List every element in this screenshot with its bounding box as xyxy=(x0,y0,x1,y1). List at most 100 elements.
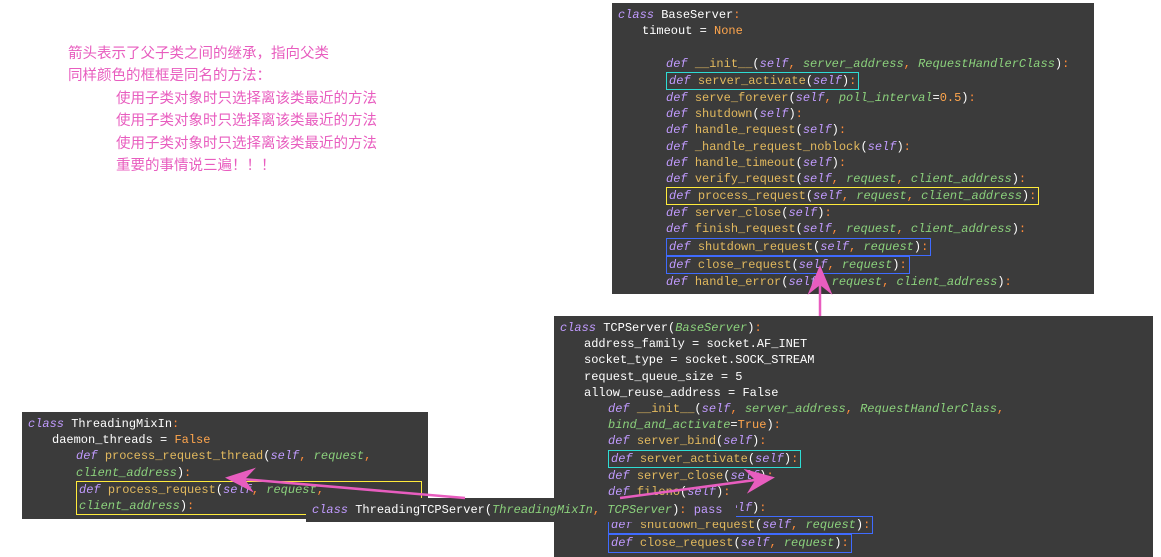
def-server_close: def server_close(self): xyxy=(618,205,1088,221)
attr-value: False xyxy=(742,386,778,400)
annot-line-3: 使用子类对象时只选择离该类最近的方法 xyxy=(68,88,377,110)
param: request xyxy=(784,536,834,550)
fn-name: fileno xyxy=(637,485,680,499)
param: RequestHandlerClass xyxy=(918,57,1055,71)
code-block-threadingtcpserver: class ThreadingTCPServer(ThreadingMixIn,… xyxy=(306,498,736,522)
attr-daemon-threads: daemon_threads = False xyxy=(28,432,422,448)
param: client_address xyxy=(76,466,177,480)
fn-name: server_bind xyxy=(637,434,716,448)
param: self xyxy=(223,483,252,497)
param: self xyxy=(803,156,832,170)
def-shutdown_request: def shutdown_request(self, request): xyxy=(618,238,1088,256)
param: server_address xyxy=(745,402,846,416)
fn-name: __init__ xyxy=(637,402,695,416)
default-value: 0.5 xyxy=(940,91,962,105)
fn-name: __init__ xyxy=(695,57,753,71)
def-server_activate: def server_activate(self): xyxy=(618,72,1088,90)
annot-line-5: 使用子类对象时只选择离该类最近的方法 xyxy=(68,133,377,155)
fn-name: shutdown xyxy=(695,107,753,121)
param: request xyxy=(805,518,855,532)
def-server_close: def server_close(self): xyxy=(560,468,1147,484)
attr-value: socket.SOCK_STREAM xyxy=(685,353,815,367)
code-block-baseserver: class BaseServer:timeout = None def __in… xyxy=(612,3,1094,294)
def-handle_error: def handle_error(self, request, client_a… xyxy=(618,274,1088,290)
base-class: BaseServer xyxy=(675,321,747,335)
class-decl-baseserver: class BaseServer: xyxy=(618,8,740,22)
def-close_request: def close_request(self, request): xyxy=(560,534,1147,552)
fn-name: close_request xyxy=(640,536,734,550)
fn-name: process_request xyxy=(698,189,806,203)
pass-keyword: pass xyxy=(694,503,723,517)
def-close_request: def close_request(self, request): xyxy=(618,256,1088,274)
fn-name: server_close xyxy=(695,206,781,220)
param: request xyxy=(266,483,316,497)
fn-name: verify_request xyxy=(695,172,796,186)
param: client_address xyxy=(896,275,997,289)
param: client_address xyxy=(79,499,180,513)
base-class: ThreadingMixIn xyxy=(492,503,593,517)
class-name: TCPServer xyxy=(603,321,668,335)
attr-address_family: address_family = socket.AF_INET xyxy=(560,336,1147,352)
param: self xyxy=(813,189,842,203)
fn-name: handle_timeout xyxy=(695,156,796,170)
param: client_address xyxy=(921,189,1022,203)
param: self xyxy=(820,240,849,254)
param: self xyxy=(868,140,897,154)
attr-value: 5 xyxy=(735,370,742,384)
fn-name: serve_forever xyxy=(695,91,789,105)
param: self xyxy=(760,57,789,71)
param: request xyxy=(314,449,364,463)
attr-name: request_queue_size xyxy=(584,370,714,384)
attr-name: socket_type xyxy=(584,353,663,367)
fn-name: server_activate xyxy=(698,74,806,88)
attr-name: address_family xyxy=(584,337,685,351)
param: bind_and_activate xyxy=(608,418,730,432)
def-process_request_thread: def process_request_thread(self, request… xyxy=(28,448,422,480)
param: self xyxy=(803,123,832,137)
param: self xyxy=(788,206,817,220)
fn-name: server_close xyxy=(637,469,723,483)
fn-name: process_request_thread xyxy=(105,449,263,463)
param: request xyxy=(832,275,882,289)
def-serve_forever: def serve_forever(self, poll_interval=0.… xyxy=(618,90,1088,106)
fn-name: close_request xyxy=(698,258,792,272)
param: self xyxy=(813,74,842,88)
attr-value: None xyxy=(714,24,743,38)
param: self xyxy=(803,222,832,236)
param: self xyxy=(803,172,832,186)
fn-name: handle_error xyxy=(695,275,781,289)
attr-value: socket.AF_INET xyxy=(706,337,807,351)
param: self xyxy=(723,434,752,448)
param: client_address xyxy=(911,172,1012,186)
class-name: ThreadingMixIn xyxy=(71,417,172,431)
attr-timeout: timeout = None xyxy=(618,23,1088,39)
def-__init__: def __init__(self, server_address, Reque… xyxy=(618,56,1088,72)
def-handle_timeout: def handle_timeout(self): xyxy=(618,155,1088,171)
param: self xyxy=(687,485,716,499)
fn-name: shutdown_request xyxy=(698,240,813,254)
def-finish_request: def finish_request(self, request, client… xyxy=(618,221,1088,237)
param: request xyxy=(863,240,913,254)
class-decl-threadingmixin: class ThreadingMixIn: xyxy=(28,417,179,431)
param: request xyxy=(846,222,896,236)
class-decl-tcpserver: class TCPServer(BaseServer): xyxy=(560,321,762,335)
def-verify_request: def verify_request(self, request, client… xyxy=(618,171,1088,187)
annot-line-4: 使用子类对象时只选择离该类最近的方法 xyxy=(68,110,377,132)
def-_handle_request_noblock: def _handle_request_noblock(self): xyxy=(618,139,1088,155)
class-name: BaseServer xyxy=(661,8,733,22)
param: self xyxy=(755,452,784,466)
fn-name: server_activate xyxy=(640,452,748,466)
fn-name: finish_request xyxy=(695,222,796,236)
attr-socket_type: socket_type = socket.SOCK_STREAM xyxy=(560,352,1147,368)
param: self xyxy=(788,275,817,289)
param: client_address xyxy=(911,222,1012,236)
param: request xyxy=(842,258,892,272)
param: self xyxy=(702,402,731,416)
annot-line-1: 箭头表示了父子类之间的继承，指向父类 xyxy=(68,46,329,62)
def-handle_request: def handle_request(self): xyxy=(618,122,1088,138)
annot-line-2: 同样颜色的框框是同名的方法： xyxy=(68,68,271,84)
def-process_request: def process_request(self, request, clien… xyxy=(618,187,1088,205)
attr-name: allow_reuse_address xyxy=(584,386,721,400)
class-name: ThreadingTCPServer xyxy=(355,503,485,517)
attr-value: False xyxy=(174,433,210,447)
